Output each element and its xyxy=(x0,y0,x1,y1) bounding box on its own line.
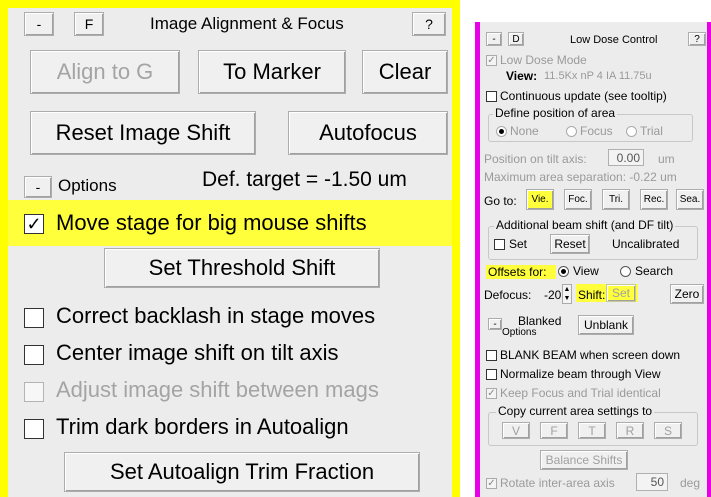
set-autoalign-trim-button[interactable]: Set Autoalign Trim Fraction xyxy=(64,452,420,492)
normalize-beam-label: Normalize beam through View xyxy=(500,367,661,381)
offsets-label: Offsets for: xyxy=(488,265,547,279)
shift-label: Shift: xyxy=(578,288,606,302)
rotate-angle-input[interactable]: 50 xyxy=(636,473,668,491)
beam-shift-label: Additional beam shift (and DF tilt) xyxy=(494,218,676,232)
help-button[interactable]: ? xyxy=(412,12,446,36)
checkmark-icon: ✓ xyxy=(487,388,496,399)
options-label: Options xyxy=(58,176,117,195)
blank-beam-label: BLANK BEAM when screen down xyxy=(500,348,681,362)
offsets-search-label: Search xyxy=(635,264,674,278)
goto-view-button[interactable]: Vie. xyxy=(526,189,554,210)
view-label: View: xyxy=(506,69,538,83)
options-label: Options xyxy=(502,327,537,338)
adjust-image-shift-checkbox[interactable] xyxy=(24,382,44,402)
center-image-shift-checkbox[interactable] xyxy=(24,345,44,365)
align-to-g-button[interactable]: Align to G xyxy=(30,50,180,94)
correct-backlash-label: Correct backlash in stage moves xyxy=(56,303,376,328)
dock-button[interactable]: D xyxy=(508,32,524,46)
radio-focus[interactable] xyxy=(566,126,577,137)
offsets-view-radio[interactable] xyxy=(558,266,569,277)
minimize-button[interactable]: - xyxy=(486,32,502,46)
defocus-spinner[interactable]: ▲ ▼ xyxy=(562,284,572,304)
continuous-update-checkbox[interactable] xyxy=(486,91,497,102)
define-position-label: Define position of area xyxy=(493,106,618,120)
move-stage-label: Move stage for big mouse shifts xyxy=(56,210,367,235)
keep-focus-checkbox[interactable]: ✓ xyxy=(486,388,497,399)
correct-backlash-checkbox[interactable] xyxy=(24,308,44,328)
copy-view-button[interactable]: V xyxy=(502,422,530,439)
beam-shift-set-label: Set xyxy=(509,237,528,251)
unblank-button[interactable]: Unblank xyxy=(578,315,634,335)
normalize-beam-checkbox[interactable] xyxy=(486,369,497,380)
radio-trial-label: Trial xyxy=(640,124,663,138)
checkmark-icon: ✓ xyxy=(487,478,496,489)
continuous-update-label: Continuous update (see tooltip) xyxy=(500,89,667,103)
trim-dark-checkbox[interactable] xyxy=(24,419,44,439)
rotate-unit: deg xyxy=(680,476,701,490)
copy-focus-button[interactable]: F xyxy=(540,422,568,439)
clear-button[interactable]: Clear xyxy=(362,50,448,94)
beam-shift-set-checkbox[interactable] xyxy=(494,239,505,250)
blanked-label: Blanked xyxy=(518,314,562,328)
autofocus-button[interactable]: Autofocus xyxy=(288,111,448,155)
copy-settings-label: Copy current area settings to xyxy=(496,404,655,418)
reset-image-shift-button[interactable]: Reset Image Shift xyxy=(30,111,256,155)
view-params: 11.5Kx nP 4 IA 11.75u xyxy=(544,70,652,82)
position-input[interactable]: 0.00 xyxy=(608,149,644,166)
defocus-value: -20 xyxy=(544,288,562,302)
copy-trial-button[interactable]: T xyxy=(578,422,606,439)
position-label: Position on tilt axis: xyxy=(484,152,587,166)
adjust-image-shift-label: Adjust image shift between mags xyxy=(56,377,379,402)
offsets-search-radio[interactable] xyxy=(620,266,631,277)
center-image-shift-label: Center image shift on tilt axis xyxy=(56,340,339,365)
set-threshold-shift-button[interactable]: Set Threshold Shift xyxy=(104,248,380,288)
goto-label: Go to: xyxy=(484,194,517,208)
radio-focus-label: Focus xyxy=(580,124,613,138)
offsets-view-label: View xyxy=(573,264,599,278)
max-separation-label: Maximum area separation: -0.22 um xyxy=(484,170,677,184)
goto-search-button[interactable]: Sea. xyxy=(676,189,704,210)
move-stage-checkbox[interactable]: ✓ xyxy=(24,214,44,234)
copy-search-button[interactable]: S xyxy=(654,422,682,439)
copy-record-button[interactable]: R xyxy=(616,422,644,439)
blank-beam-checkbox[interactable] xyxy=(486,350,497,361)
radio-trial[interactable] xyxy=(626,126,637,137)
help-button[interactable]: ? xyxy=(688,32,706,46)
rotate-axis-checkbox[interactable]: ✓ xyxy=(486,478,497,489)
goto-record-button[interactable]: Rec. xyxy=(640,189,668,210)
checkmark-icon: ✓ xyxy=(26,214,42,234)
options-toggle-button[interactable]: - xyxy=(488,318,502,330)
shift-zero-button[interactable]: Zero xyxy=(670,284,704,304)
goto-trial-button[interactable]: Tri. xyxy=(602,189,630,210)
uncalibrated-label: Uncalibrated xyxy=(612,237,680,251)
options-toggle-button[interactable]: - xyxy=(24,176,52,198)
low-dose-mode-checkbox[interactable]: ✓ xyxy=(486,55,497,66)
float-button[interactable]: F xyxy=(74,12,104,36)
def-target-label: Def. target = -1.50 um xyxy=(202,168,407,191)
trim-dark-label: Trim dark borders in Autoalign xyxy=(56,414,349,439)
to-marker-button[interactable]: To Marker xyxy=(198,50,346,94)
minimize-button[interactable]: - xyxy=(24,12,54,36)
checkmark-icon: ✓ xyxy=(487,55,496,66)
image-alignment-focus-panel: - F Image Alignment & Focus ? Align to G… xyxy=(0,0,460,497)
beam-shift-reset-button[interactable]: Reset xyxy=(550,234,590,254)
balance-shifts-button[interactable]: Balance Shifts xyxy=(540,450,628,470)
low-dose-mode-label: Low Dose Mode xyxy=(500,53,587,67)
radio-none[interactable] xyxy=(496,126,507,137)
panel-title: Image Alignment & Focus xyxy=(150,14,344,33)
radio-none-label: None xyxy=(510,124,539,138)
position-unit: um xyxy=(658,152,675,166)
rotate-axis-label: Rotate inter-area axis xyxy=(500,476,615,490)
keep-focus-label: Keep Focus and Trial identical xyxy=(500,386,661,400)
goto-focus-button[interactable]: Foc. xyxy=(564,189,592,210)
shift-set-button[interactable]: Set xyxy=(606,284,636,302)
low-dose-control-panel: - D Low Dose Control ? ✓ Low Dose Mode V… xyxy=(475,22,711,497)
defocus-label: Defocus: xyxy=(484,288,532,302)
panel-title: Low Dose Control xyxy=(570,34,658,46)
